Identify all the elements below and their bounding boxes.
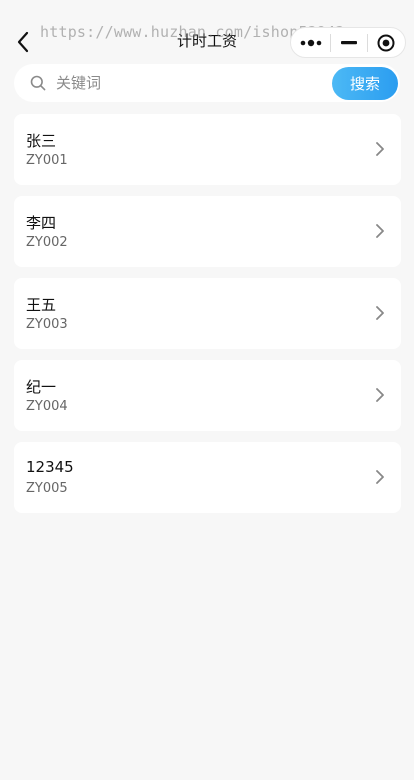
list-item[interactable]: 李四 ZY002 — [14, 196, 401, 267]
more-dots-icon — [300, 39, 321, 46]
chevron-right-icon — [376, 388, 384, 402]
employee-name: 张三 — [26, 132, 57, 150]
search-button[interactable]: 搜索 — [332, 67, 398, 100]
chevron-right-icon — [376, 306, 384, 320]
search-icon — [30, 75, 46, 91]
search-input[interactable] — [56, 68, 336, 98]
more-button[interactable] — [291, 28, 330, 57]
mini-program-capsule — [290, 27, 406, 58]
employee-code: ZY002 — [26, 235, 68, 250]
employee-list: 张三 ZY001 李四 ZY002 王五 ZY003 纪一 ZY004 1234… — [14, 114, 401, 524]
employee-code: ZY003 — [26, 317, 68, 332]
employee-name: 纪一 — [26, 378, 57, 396]
employee-code: ZY001 — [26, 153, 68, 168]
employee-code: ZY005 — [26, 481, 68, 496]
minimize-button[interactable] — [331, 28, 366, 57]
chevron-right-icon — [376, 470, 384, 484]
employee-name: 12345 — [26, 458, 74, 476]
search-bar: 搜索 — [14, 64, 400, 102]
chevron-right-icon — [376, 142, 384, 156]
close-target-icon — [377, 34, 395, 51]
list-item[interactable]: 张三 ZY001 — [14, 114, 401, 185]
minimize-icon — [340, 40, 357, 44]
list-item[interactable]: 纪一 ZY004 — [14, 360, 401, 431]
list-item[interactable]: 12345 ZY005 — [14, 442, 401, 513]
employee-name: 李四 — [26, 214, 57, 232]
employee-code: ZY004 — [26, 399, 68, 414]
employee-name: 王五 — [26, 296, 57, 314]
list-item[interactable]: 王五 ZY003 — [14, 278, 401, 349]
close-button[interactable] — [368, 28, 405, 57]
chevron-right-icon — [376, 224, 384, 238]
